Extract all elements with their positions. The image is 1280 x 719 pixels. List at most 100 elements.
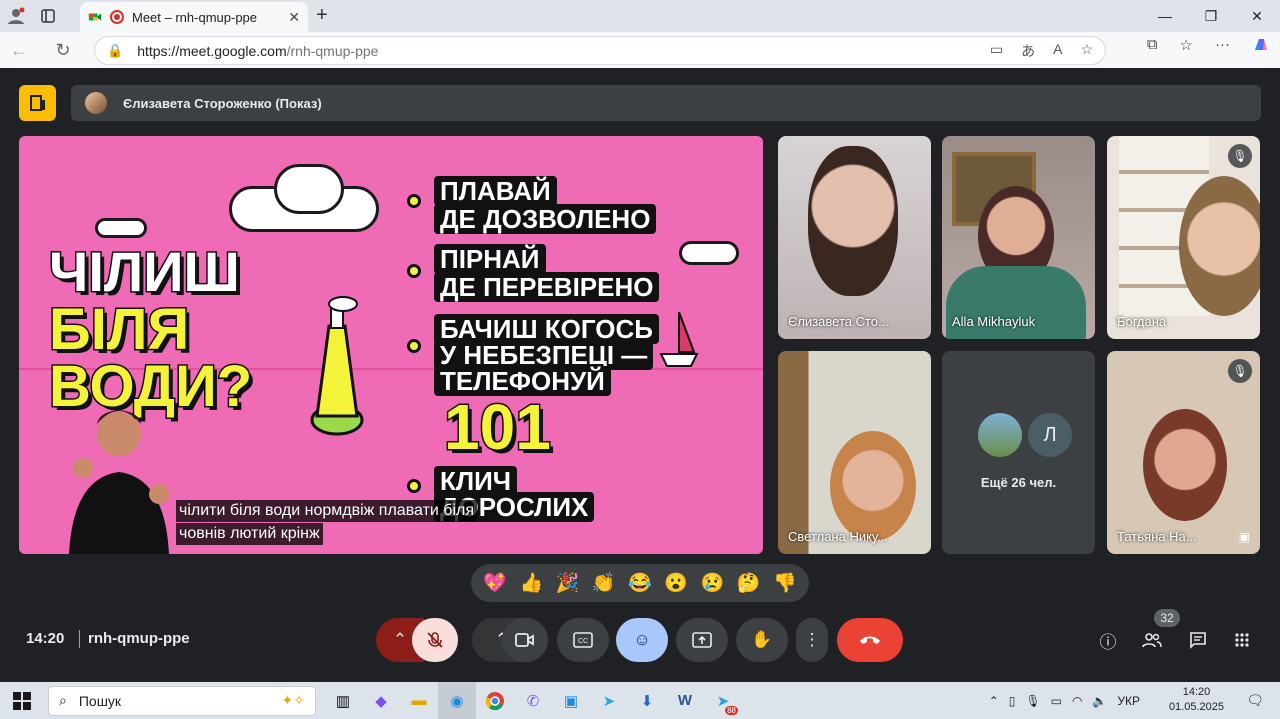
telegram-icon[interactable]: ➤ (590, 682, 628, 719)
favorites-icon[interactable]: ☆ (1180, 36, 1193, 58)
close-window-button[interactable]: ✕ (1234, 0, 1280, 32)
favorite-star-icon[interactable]: ☆ (1080, 41, 1093, 61)
restore-button[interactable]: ❐ (1188, 0, 1234, 32)
copilot-icon[interactable] (1252, 36, 1270, 58)
sailboat-image (659, 312, 699, 367)
mic-off-icon (427, 632, 443, 648)
bullet-dot (407, 264, 421, 278)
reaction-thinking[interactable]: 🤔 (737, 571, 761, 595)
lock-icon[interactable]: 🔒 (107, 43, 123, 59)
participant-video (1179, 176, 1260, 316)
notifications-icon[interactable]: 🗨 (1246, 692, 1264, 709)
presentation-icon[interactable] (19, 85, 56, 121)
tab-meet[interactable]: Meet – rnh-qmup-ppe ✕ (80, 2, 308, 32)
start-button[interactable] (0, 691, 44, 710)
viber-icon[interactable]: ✆ (514, 682, 552, 719)
reaction-surprised[interactable]: 😮 (664, 571, 688, 595)
reaction-heart[interactable]: 💖 (483, 571, 507, 595)
reaction-thumbs-down[interactable]: 👎 (773, 571, 797, 595)
clock-date: 01.05.2025 (1168, 701, 1224, 713)
reaction-thumbs-up[interactable]: 👍 (519, 571, 543, 595)
participant-tile[interactable]: 🎙 Татьяна На... ▣ (1107, 351, 1260, 554)
bullet-dot (407, 339, 421, 353)
taskbar-search[interactable]: ⌕ Пошук ✦✧ (48, 685, 316, 716)
system-clock[interactable]: 14:20 01.05.2025 (1169, 685, 1224, 715)
notification-badge: 88 (725, 706, 738, 715)
caption-line2: човнів лютий крінж (176, 523, 323, 545)
refresh-button[interactable]: ↻ (44, 40, 82, 61)
svg-text:CC: CC (578, 638, 588, 645)
search-placeholder: Пошук (78, 692, 122, 709)
raise-hand-button[interactable]: ✋ (736, 618, 788, 662)
more-participants-tile[interactable]: Л Ещё 26 чел. (942, 351, 1095, 554)
bullet1-line1: ПЛАВАЙ (434, 176, 557, 206)
file-explorer-icon[interactable]: ▬ (400, 682, 438, 719)
participant-video (830, 431, 916, 541)
word-icon[interactable]: W (666, 682, 704, 719)
sparkles-icon: ✦✧ (281, 692, 305, 708)
microphone-icon[interactable]: 🎙 (1025, 694, 1040, 708)
presentation-slide: ЧІЛИШ БІЛЯ ВОДИ? ПЛАВАЙ ДЕ ДОЗВОЛЕНО ПІР… (19, 136, 763, 554)
meeting-info-icon[interactable]: ⓘ (1092, 624, 1124, 656)
reaction-sad[interactable]: 😢 (701, 571, 725, 595)
reaction-clap[interactable]: 👏 (592, 571, 616, 595)
camera-permission-icon[interactable]: ▭ (990, 41, 1003, 61)
captions-button[interactable]: CC (557, 618, 609, 662)
chrome-icon[interactable] (476, 682, 514, 719)
store-icon[interactable]: ▣ (552, 682, 590, 719)
participant-tile[interactable]: Єлизавета Сто... (778, 136, 931, 339)
windows-taskbar: ⌕ Пошук ✦✧ ▥ ◆ ▬ ◉ ✆ ▣ ➤ ⬇ W ➤ 88 ⌃ ▯ 🎙 ▭… (0, 682, 1280, 719)
battery-icon[interactable]: ▭ (1051, 694, 1062, 708)
emergency-number: 101 (443, 390, 553, 465)
tray-chevron-icon[interactable]: ⌃ (989, 694, 999, 708)
meeting-code: rnh-qmup-ppe (88, 630, 190, 647)
telegram-icon[interactable]: ➤ 88 (704, 682, 742, 719)
new-tab-button[interactable]: + (316, 4, 328, 27)
language-indicator[interactable]: УКР (1117, 694, 1140, 708)
edge-icon[interactable]: ◉ (438, 682, 476, 719)
close-tab-icon[interactable]: ✕ (288, 9, 300, 26)
profile-icon[interactable] (0, 0, 32, 32)
url-bar[interactable]: 🔒 https://meet.google.com/rnh-qmup-ppe ▭… (94, 36, 1106, 65)
muted-mic-icon: 🎙 (1228, 359, 1252, 383)
participant-tile[interactable]: Светлана Нику... (778, 351, 931, 554)
volume-icon[interactable]: 🔈 (1092, 694, 1107, 708)
tab-bar: Meet – rnh-qmup-ppe ✕ + — ❐ ✕ (0, 0, 1280, 32)
participant-video (1143, 409, 1227, 521)
camera-toggle-button[interactable] (502, 618, 548, 662)
cloud-image (274, 164, 344, 214)
copilot-taskbar-icon[interactable]: ◆ (362, 682, 400, 719)
divider (79, 630, 80, 648)
bullet-dot (407, 194, 421, 208)
meet-tray-icon[interactable]: ▯ (1009, 694, 1016, 708)
reaction-party[interactable]: 🎉 (556, 571, 580, 595)
activities-icon[interactable] (1226, 624, 1258, 656)
cloud-image (95, 218, 147, 238)
participant-name: Alla Mikhayluk (952, 314, 1036, 329)
task-view-icon[interactable]: ▥ (324, 682, 362, 719)
participant-name: Єлизавета Сто... (788, 314, 889, 329)
extensions-icon[interactable]: ⧉ (1147, 36, 1158, 58)
translate-icon[interactable]: あ (1021, 41, 1035, 61)
meet-window: Єлизавета Стороженко (Показ) ЧІЛИШ БІЛЯ … (4, 68, 1276, 678)
clock-time: 14:20 (1182, 686, 1211, 698)
present-screen-button[interactable] (676, 618, 728, 662)
reaction-laugh[interactable]: 😂 (628, 571, 652, 595)
chat-icon[interactable] (1182, 624, 1214, 656)
presenter-bar[interactable]: Єлизавета Стороженко (Показ) (71, 85, 1261, 121)
more-options-button[interactable]: ⋮ (796, 618, 828, 662)
read-aloud-icon[interactable]: A (1053, 41, 1062, 61)
more-menu-icon[interactable]: ··· (1215, 36, 1230, 58)
tab-actions-icon[interactable] (32, 0, 64, 32)
participant-tile[interactable]: Alla Mikhayluk (942, 136, 1095, 339)
leave-call-button[interactable] (837, 618, 903, 662)
downloads-icon[interactable]: ⬇ (628, 682, 666, 719)
minimize-button[interactable]: — (1142, 0, 1188, 32)
wifi-icon[interactable]: ◠ (1072, 694, 1082, 708)
mic-toggle-button[interactable] (412, 618, 458, 662)
emoji-button[interactable]: ☺ (616, 618, 668, 662)
people-icon[interactable] (1136, 624, 1168, 656)
back-button[interactable]: ← (0, 40, 38, 61)
participant-tile[interactable]: 🎙 Богдана (1107, 136, 1260, 339)
muted-mic-icon: 🎙 (1228, 144, 1252, 168)
